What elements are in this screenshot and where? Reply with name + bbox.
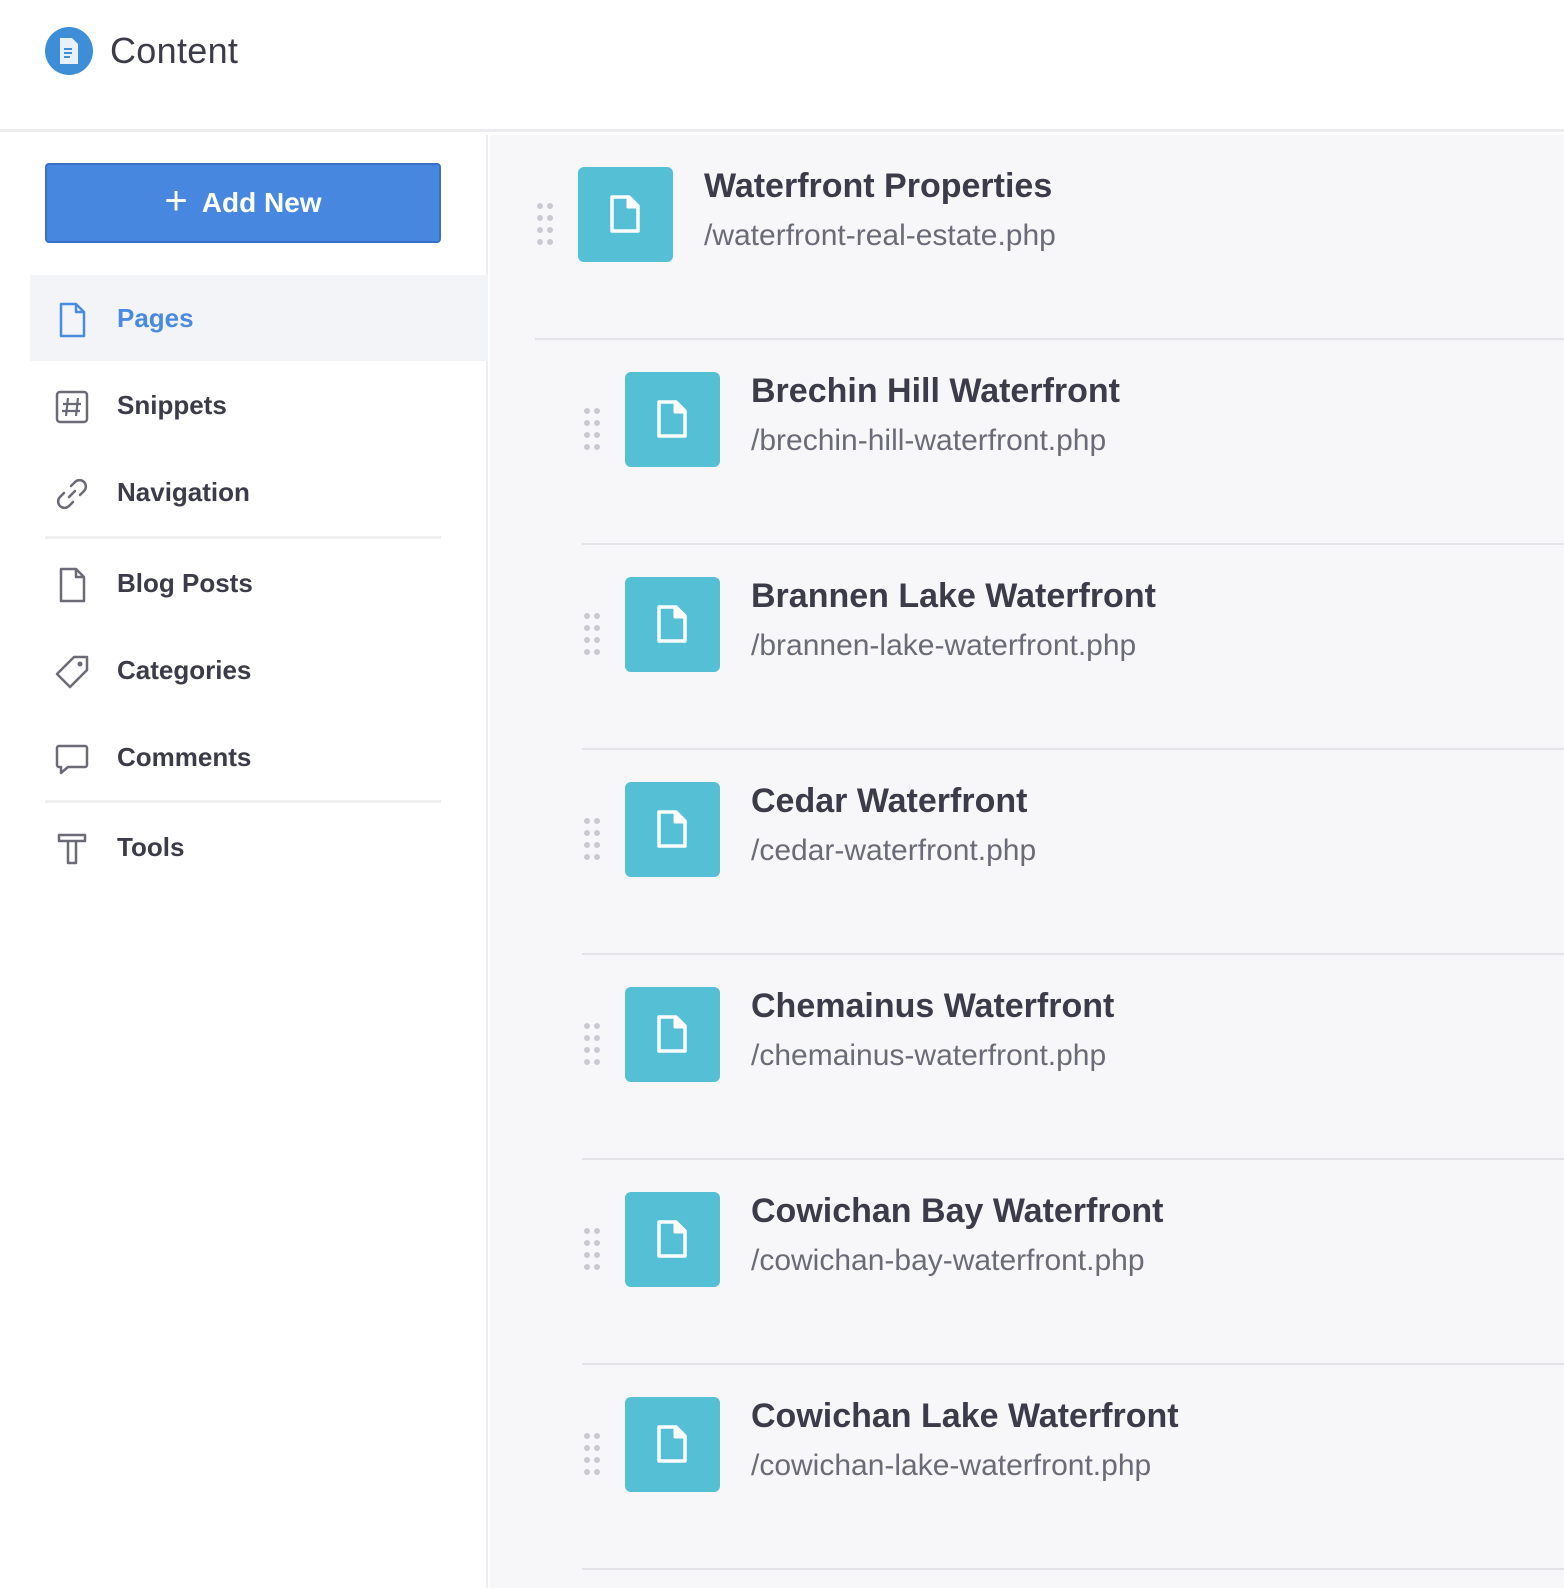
page-list: Waterfront Properties /waterfront-real-e…: [490, 135, 1564, 1588]
page-name: Chemainus Waterfront: [751, 987, 1115, 1025]
file-tile: [625, 987, 720, 1082]
drag-handle-icon[interactable]: [582, 816, 602, 862]
plus-icon: +: [164, 179, 188, 223]
file-tile: [578, 167, 673, 262]
file-tile: [625, 577, 720, 672]
drag-handle-icon[interactable]: [535, 201, 555, 247]
file-icon: [657, 810, 687, 848]
add-new-label: Add New: [201, 187, 322, 218]
page-path: /cowichan-bay-waterfront.php: [751, 1244, 1145, 1277]
sidebar-item-blog-posts[interactable]: Blog Posts: [30, 540, 488, 626]
link-icon: [56, 478, 88, 510]
sidebar-item-label: Snippets: [117, 389, 227, 420]
page-path: /cedar-waterfront.php: [751, 834, 1037, 867]
file-icon: [657, 400, 687, 438]
row-divider: [582, 1568, 1564, 1570]
sidebar-item-label: Navigation: [117, 476, 250, 507]
sidebar-item-label: Tools: [117, 831, 185, 862]
page-row[interactable]: Brechin Hill Waterfront /brechin-hill-wa…: [582, 340, 1564, 545]
file-icon: [610, 195, 640, 233]
sidebar-item-comments[interactable]: Comments: [30, 714, 488, 800]
drag-handle-icon[interactable]: [582, 611, 602, 657]
sidebar-item-label: Pages: [117, 302, 194, 333]
page-row[interactable]: Brannen Lake Waterfront /brannen-lake-wa…: [582, 545, 1564, 750]
page-icon: [59, 567, 86, 603]
page-title: Content: [110, 30, 239, 71]
file-tile: [625, 1192, 720, 1287]
page-row[interactable]: Chemainus Waterfront /chemainus-waterfro…: [582, 955, 1564, 1160]
drag-handle-icon[interactable]: [582, 1431, 602, 1477]
sidebar-divider: [45, 536, 441, 539]
page-icon: [59, 302, 86, 338]
sidebar-divider: [45, 800, 441, 803]
add-new-button[interactable]: + Add New: [45, 163, 441, 243]
file-icon: [657, 605, 687, 643]
file-tile: [625, 372, 720, 467]
page-path: /cowichan-lake-waterfront.php: [751, 1449, 1152, 1482]
drag-handle-icon[interactable]: [582, 1021, 602, 1067]
file-icon: [657, 1425, 687, 1463]
file-tile: [625, 782, 720, 877]
sidebar-item-navigation[interactable]: Navigation: [30, 449, 488, 535]
file-icon: [657, 1015, 687, 1053]
page-name: Brannen Lake Waterfront: [751, 577, 1156, 615]
page-row[interactable]: Cowichan Lake Waterfront /cowichan-lake-…: [582, 1365, 1564, 1570]
page-name: Brechin Hill Waterfront: [751, 372, 1120, 410]
file-tile: [625, 1397, 720, 1492]
page-path: /waterfront-real-estate.php: [704, 219, 1056, 252]
page-path: /chemainus-waterfront.php: [751, 1039, 1107, 1072]
sidebar-item-snippets[interactable]: Snippets: [30, 362, 488, 448]
page-name: Waterfront Properties: [704, 167, 1053, 205]
hash-icon: [55, 390, 89, 424]
page-name: Cowichan Lake Waterfront: [751, 1397, 1179, 1435]
page-row[interactable]: Cedar Waterfront /cedar-waterfront.php: [582, 750, 1564, 955]
tag-icon: [55, 655, 89, 689]
page-row[interactable]: Waterfront Properties /waterfront-real-e…: [535, 135, 1564, 340]
page-path: /brannen-lake-waterfront.php: [751, 629, 1137, 662]
sidebar-item-label: Categories: [117, 654, 252, 685]
page-path: /brechin-hill-waterfront.php: [751, 424, 1107, 457]
drag-handle-icon[interactable]: [582, 1226, 602, 1272]
comment-icon: [55, 744, 89, 775]
sidebar-item-tools[interactable]: Tools: [30, 804, 488, 890]
sidebar-item-label: Comments: [117, 741, 252, 772]
content-logo-icon: [45, 27, 93, 75]
tools-icon: [57, 833, 87, 865]
sidebar-item-label: Blog Posts: [117, 567, 253, 598]
page-row[interactable]: Cowichan Bay Waterfront /cowichan-bay-wa…: [582, 1160, 1564, 1365]
page-name: Cowichan Bay Waterfront: [751, 1192, 1164, 1230]
sidebar: + Add New Pages Snippets Navigation Blog…: [0, 135, 488, 1588]
sidebar-item-categories[interactable]: Categories: [30, 627, 488, 713]
file-icon: [657, 1220, 687, 1258]
page-name: Cedar Waterfront: [751, 782, 1028, 820]
app-header: Content: [0, 0, 1564, 132]
drag-handle-icon[interactable]: [582, 406, 602, 452]
sidebar-item-pages[interactable]: Pages: [30, 275, 488, 361]
